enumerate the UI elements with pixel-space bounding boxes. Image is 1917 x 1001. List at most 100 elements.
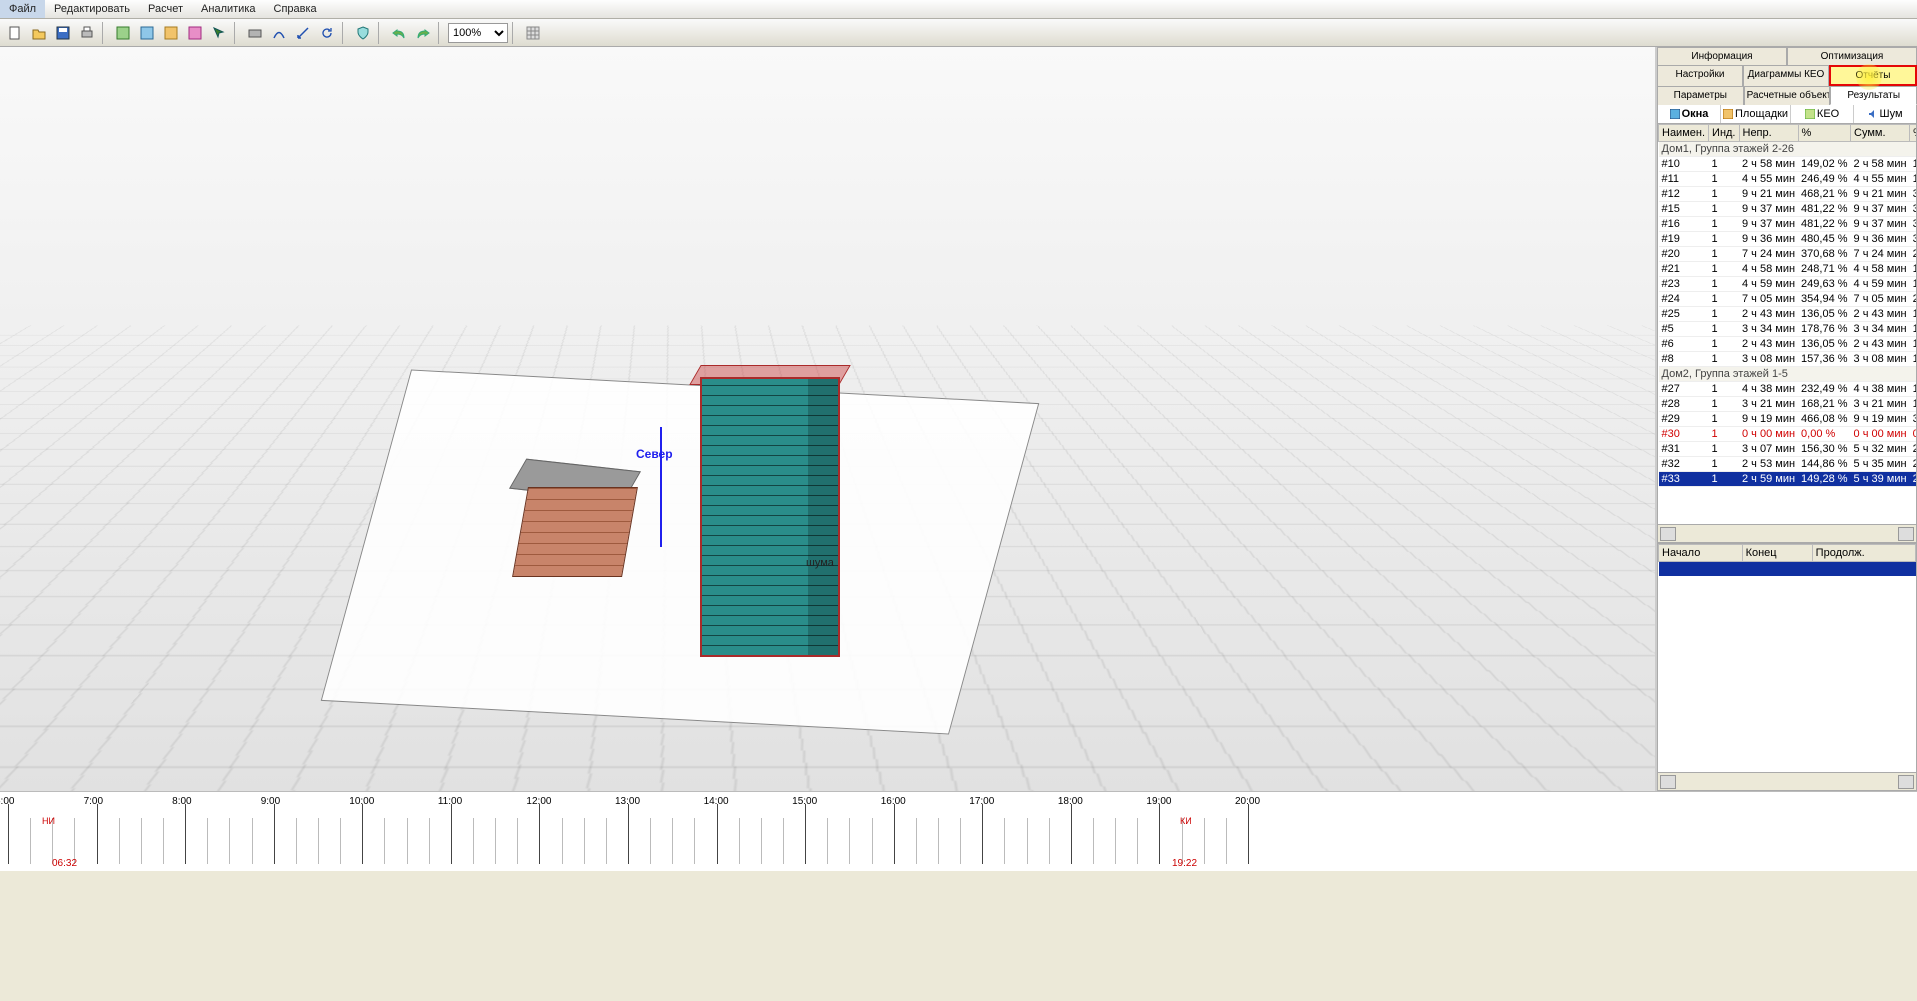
timeline-subtick: [761, 818, 762, 864]
table-row[interactable]: #3312 ч 59 мин149,28 %5 ч 39 мин226,1: [1659, 472, 1917, 487]
timeline-ni-mark: НИ: [42, 816, 55, 826]
menu-calc[interactable]: Расчет: [139, 0, 192, 18]
table-row[interactable]: #2114 ч 58 мин248,71 %4 ч 58 мин198,9: [1659, 262, 1917, 277]
building-tower[interactable]: [700, 377, 840, 657]
subtab-keo[interactable]: КЕО: [1791, 105, 1854, 123]
timeline-tick: 18:00: [1071, 804, 1072, 864]
col-start[interactable]: Начало: [1659, 545, 1743, 562]
tb-print-icon[interactable]: [76, 22, 98, 44]
tb-layer2-icon[interactable]: [136, 22, 158, 44]
col-nepr[interactable]: Непр.: [1739, 125, 1798, 142]
results-table[interactable]: Наимен. Инд. Непр. % Сумм. % Дом1, Групп…: [1657, 124, 1917, 525]
toolbar-separator: [342, 22, 348, 44]
subtab-noise[interactable]: Шум: [1854, 105, 1916, 123]
tb-layer4-icon[interactable]: [184, 22, 206, 44]
timeline-subtick: [252, 818, 253, 864]
table-row[interactable]: #2813 ч 21 мин168,21 %3 ч 21 мин134,5: [1659, 397, 1917, 412]
col-sum[interactable]: Сумм.: [1851, 125, 1910, 142]
timeline-subtick: [318, 818, 319, 864]
tb-brick-icon[interactable]: [244, 22, 266, 44]
table-row[interactable]: #2314 ч 59 мин249,63 %4 ч 59 мин199,7: [1659, 277, 1917, 292]
interval-row[interactable]: [1659, 562, 1916, 576]
noise-label: шума: [806, 557, 834, 569]
col-pct[interactable]: %: [1798, 125, 1850, 142]
tb-shield-icon[interactable]: [352, 22, 374, 44]
subtab-areas[interactable]: Площадки: [1721, 105, 1791, 123]
toolbar-separator: [102, 22, 108, 44]
tab-keo-diagrams[interactable]: Диаграммы КЕО: [1743, 65, 1829, 86]
tb-line-icon[interactable]: [292, 22, 314, 44]
timeline-tick: 7:00: [97, 804, 98, 864]
table-row[interactable]: #3010 ч 00 мин0,00 %0 ч 00 мин0,00 %: [1659, 427, 1917, 442]
table-row[interactable]: #1519 ч 37 мин481,22 %9 ч 37 мин384,9: [1659, 202, 1917, 217]
table-row[interactable]: #2017 ч 24 мин370,68 %7 ч 24 мин296,5: [1659, 247, 1917, 262]
table-row[interactable]: #1619 ч 37 мин481,22 %9 ч 37 мин384,9: [1659, 217, 1917, 232]
timeline-subtick: [517, 818, 518, 864]
table-row[interactable]: #1114 ч 55 мин246,49 %4 ч 55 мин197,1: [1659, 172, 1917, 187]
tb-save-icon[interactable]: [52, 22, 74, 44]
table-group[interactable]: Дом2, Группа этажей 1-5: [1659, 367, 1917, 382]
table-row[interactable]: #3113 ч 07 мин156,30 %5 ч 32 мин221,4: [1659, 442, 1917, 457]
tab-results[interactable]: Результаты: [1830, 86, 1917, 105]
windows-icon: [1670, 109, 1680, 119]
viewport-3d[interactable]: Север шума: [0, 47, 1657, 791]
timeline-subtick: [606, 818, 607, 864]
table-row[interactable]: #2919 ч 19 мин466,08 %9 ч 19 мин372,8: [1659, 412, 1917, 427]
col-pct2[interactable]: %: [1910, 125, 1917, 142]
toolbar-separator: [234, 22, 240, 44]
subtab-windows[interactable]: Окна: [1658, 105, 1721, 123]
tab-optimization[interactable]: Оптимизация: [1787, 47, 1917, 65]
col-duration[interactable]: Продолж.: [1812, 545, 1915, 562]
table-row[interactable]: #3212 ч 53 мин144,86 %5 ч 35 мин223,9: [1659, 457, 1917, 472]
intervals-hscroll[interactable]: [1657, 773, 1917, 791]
table-row[interactable]: #2714 ч 38 мин232,49 %4 ч 38 мин186,0: [1659, 382, 1917, 397]
timeline-tick: 11:00: [451, 804, 452, 864]
tb-layer3-icon[interactable]: [160, 22, 182, 44]
timeline-subtick: [827, 818, 828, 864]
building-low[interactable]: [512, 487, 638, 577]
toolbar: 100%: [0, 19, 1917, 47]
tab-calc-objects[interactable]: Расчетные объекты: [1744, 86, 1831, 105]
table-row[interactable]: #2512 ч 43 мин136,05 %2 ч 43 мин108,8: [1659, 307, 1917, 322]
site-plan: [321, 369, 1040, 734]
tab-reports[interactable]: Отчёты: [1829, 65, 1917, 86]
tab-info[interactable]: Информация: [1657, 47, 1787, 65]
timeline-subtick: [229, 818, 230, 864]
tb-open-icon[interactable]: [28, 22, 50, 44]
timeline-subtick: [1093, 818, 1094, 864]
timeline[interactable]: 6:007:008:009:0010:0011:0012:0013:0014:0…: [0, 791, 1917, 871]
timeline-tick: 8:00: [185, 804, 186, 864]
tb-arc-icon[interactable]: [268, 22, 290, 44]
table-row[interactable]: #1012 ч 58 мин149,02 %2 ч 58 мин119,2: [1659, 157, 1917, 172]
tb-grid-icon[interactable]: [522, 22, 544, 44]
col-ind[interactable]: Инд.: [1709, 125, 1739, 142]
table-row[interactable]: #1219 ч 21 мин468,21 %9 ч 21 мин374,5: [1659, 187, 1917, 202]
table-row[interactable]: #612 ч 43 мин136,05 %2 ч 43 мин108,8: [1659, 337, 1917, 352]
timeline-subtick: [938, 818, 939, 864]
tab-settings[interactable]: Настройки: [1657, 65, 1743, 86]
table-hscroll[interactable]: [1657, 525, 1917, 543]
intervals-table[interactable]: Начало Конец Продолж.: [1657, 543, 1917, 773]
table-group[interactable]: Дом1, Группа этажей 2-26: [1659, 142, 1917, 157]
zoom-select[interactable]: 100%: [448, 23, 508, 43]
table-row[interactable]: #513 ч 34 мин178,76 %3 ч 34 мин143,0: [1659, 322, 1917, 337]
table-row[interactable]: #2417 ч 05 мин354,94 %7 ч 05 мин283,9: [1659, 292, 1917, 307]
menu-edit[interactable]: Редактировать: [45, 0, 139, 18]
col-name[interactable]: Наимен.: [1659, 125, 1709, 142]
timeline-subtick: [916, 818, 917, 864]
tb-new-icon[interactable]: [4, 22, 26, 44]
timeline-tick: 14:00: [717, 804, 718, 864]
tb-undo-icon[interactable]: [388, 22, 410, 44]
tb-layer1-icon[interactable]: [112, 22, 134, 44]
table-row[interactable]: #813 ч 08 мин157,36 %3 ч 08 мин125,8: [1659, 352, 1917, 367]
tb-rotate-icon[interactable]: [316, 22, 338, 44]
tb-pointer-icon[interactable]: [208, 22, 230, 44]
col-end[interactable]: Конец: [1742, 545, 1812, 562]
tab-parameters[interactable]: Параметры: [1657, 86, 1744, 105]
menu-file[interactable]: Файл: [0, 0, 45, 18]
tb-redo-icon[interactable]: [412, 22, 434, 44]
menu-analytics[interactable]: Аналитика: [192, 0, 264, 18]
timeline-subtick: [473, 818, 474, 864]
menu-help[interactable]: Справка: [265, 0, 326, 18]
table-row[interactable]: #1919 ч 36 мин480,45 %9 ч 36 мин384,3: [1659, 232, 1917, 247]
